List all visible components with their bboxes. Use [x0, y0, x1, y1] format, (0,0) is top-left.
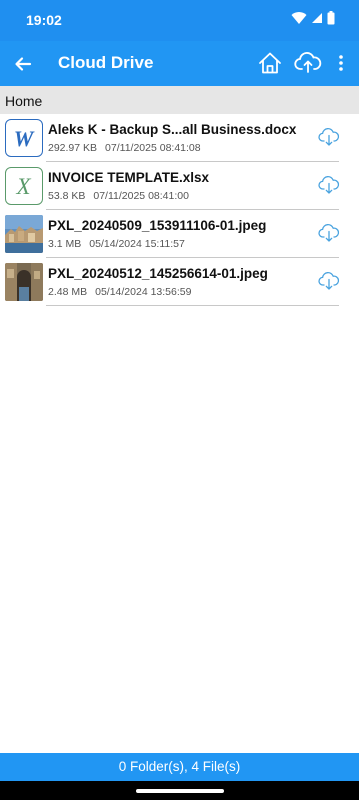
file-name: PXL_20240512_145256614-01.jpeg: [48, 266, 268, 281]
status-bar: 19:02: [0, 0, 359, 41]
cloud-download-icon: [318, 176, 340, 194]
cloud-download-icon: [318, 224, 340, 242]
row-divider: [46, 305, 339, 306]
cloud-download-icon: [318, 128, 340, 146]
more-options-button[interactable]: [333, 50, 349, 76]
file-row[interactable]: PXL_20240509_153911106-01.jpeg 3.1 MB 05/…: [0, 210, 359, 258]
image-thumbnail: [5, 263, 43, 301]
svg-text:X: X: [15, 174, 31, 199]
file-name: INVOICE TEMPLATE.xlsx: [48, 170, 210, 185]
home-icon: [259, 52, 281, 74]
download-button[interactable]: [318, 222, 340, 244]
file-size: 292.97 KB: [48, 142, 98, 154]
page-title: Cloud Drive: [58, 53, 154, 72]
gesture-handle[interactable]: [136, 789, 224, 793]
file-date: 05/14/2024 13:56:59: [95, 286, 192, 298]
home-button[interactable]: [257, 50, 283, 76]
system-nav-bar: [0, 781, 359, 800]
word-doc-icon: W: [5, 119, 43, 157]
file-name: PXL_20240509_153911106-01.jpeg: [48, 218, 267, 233]
file-size: 2.48 MB: [48, 286, 88, 298]
file-meta: 292.97 KB 07/11/2025 08:41:08: [48, 142, 201, 154]
download-button[interactable]: [318, 126, 340, 148]
status-icons: [291, 11, 335, 25]
file-row[interactable]: W Aleks K - Backup S...all Business.docx…: [0, 114, 359, 162]
file-date: 07/11/2025 08:41:00: [93, 190, 189, 202]
upload-button[interactable]: [294, 50, 322, 76]
image-thumbnail: [5, 215, 43, 253]
file-size: 3.1 MB: [48, 238, 82, 250]
file-row[interactable]: PXL_20240512_145256614-01.jpeg 2.48 MB 05…: [0, 258, 359, 306]
file-row[interactable]: X INVOICE TEMPLATE.xlsx 53.8 KB 07/11/202…: [0, 162, 359, 210]
status-time: 19:02: [26, 12, 62, 28]
more-vert-icon: [339, 55, 343, 71]
breadcrumb[interactable]: Home: [0, 86, 359, 114]
file-date: 07/11/2025 08:41:08: [105, 142, 201, 154]
file-date: 05/14/2024 15:11:57: [89, 238, 185, 250]
file-list: W Aleks K - Backup S...all Business.docx…: [0, 114, 359, 306]
file-meta: 2.48 MB 05/14/2024 13:56:59: [48, 286, 191, 298]
footer-summary: 0 Folder(s), 4 File(s): [0, 753, 359, 781]
excel-sheet-icon: X: [5, 167, 43, 205]
battery-icon: [327, 11, 335, 25]
breadcrumb-home[interactable]: Home: [5, 93, 42, 109]
cloud-upload-icon: [294, 52, 322, 73]
back-button[interactable]: [10, 51, 36, 77]
download-button[interactable]: [318, 270, 340, 292]
file-meta: 3.1 MB 05/14/2024 15:11:57: [48, 238, 185, 250]
file-name: Aleks K - Backup S...all Business.docx: [48, 122, 297, 137]
cell-signal-icon: [312, 13, 322, 23]
wifi-icon: [291, 12, 307, 24]
arrow-back-icon: [15, 57, 32, 71]
download-button[interactable]: [318, 174, 340, 196]
file-meta: 53.8 KB 07/11/2025 08:41:00: [48, 190, 189, 202]
svg-text:W: W: [14, 126, 35, 151]
file-size: 53.8 KB: [48, 190, 86, 202]
cloud-download-icon: [318, 272, 340, 290]
app-bar: Cloud Drive: [0, 41, 359, 86]
